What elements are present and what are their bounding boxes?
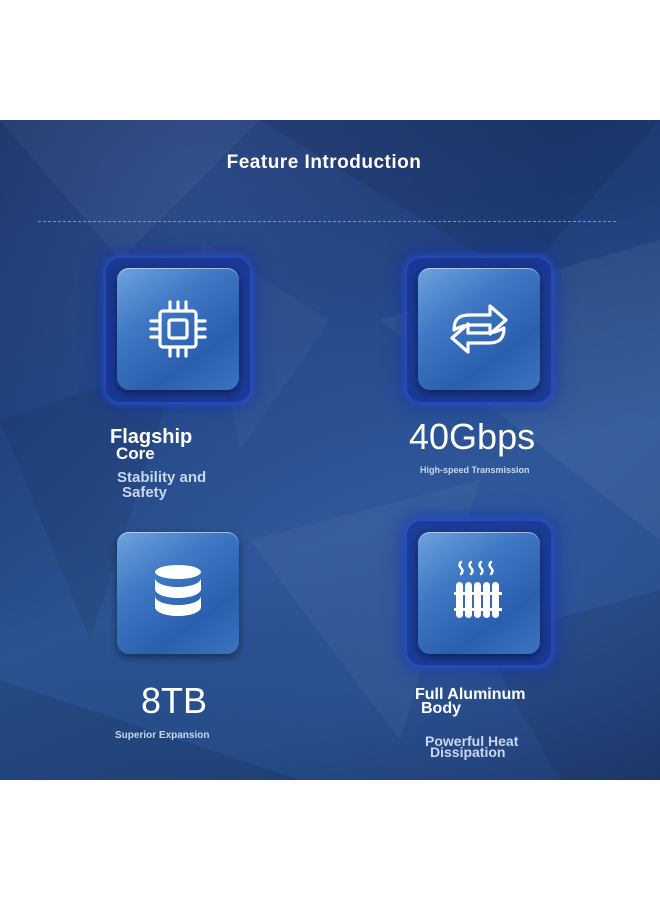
- feature-subtitle: Superior Expansion: [115, 730, 210, 741]
- feature-headline-line2: Body: [421, 700, 461, 717]
- feature-tile-storage: [117, 532, 239, 654]
- feature-headline: 8TB: [141, 680, 208, 721]
- feature-tile-speed: [418, 268, 540, 390]
- page-title: Feature Introduction: [226, 152, 422, 173]
- feature-subtitle-line2: Dissipation: [430, 744, 506, 760]
- feature-headline: 40Gbps: [409, 416, 536, 457]
- feature-tile-core: [117, 268, 239, 390]
- feature-headline-line2: Core: [116, 444, 155, 463]
- feature-subtitle: High-speed Transmission: [420, 465, 530, 475]
- heat-radiator-icon: [454, 560, 502, 618]
- chip-icon: [149, 300, 207, 358]
- feature-subtitle-line2: Safety: [122, 484, 168, 501]
- feature-tile-cooling: [418, 532, 540, 654]
- swap-arrows-icon: [450, 304, 508, 354]
- storage-stack-icon: [155, 565, 201, 616]
- background-facets: [0, 120, 660, 780]
- title-divider: [38, 221, 616, 222]
- feature-panel: Feature Introduction Flagship Core Stabi…: [0, 120, 660, 780]
